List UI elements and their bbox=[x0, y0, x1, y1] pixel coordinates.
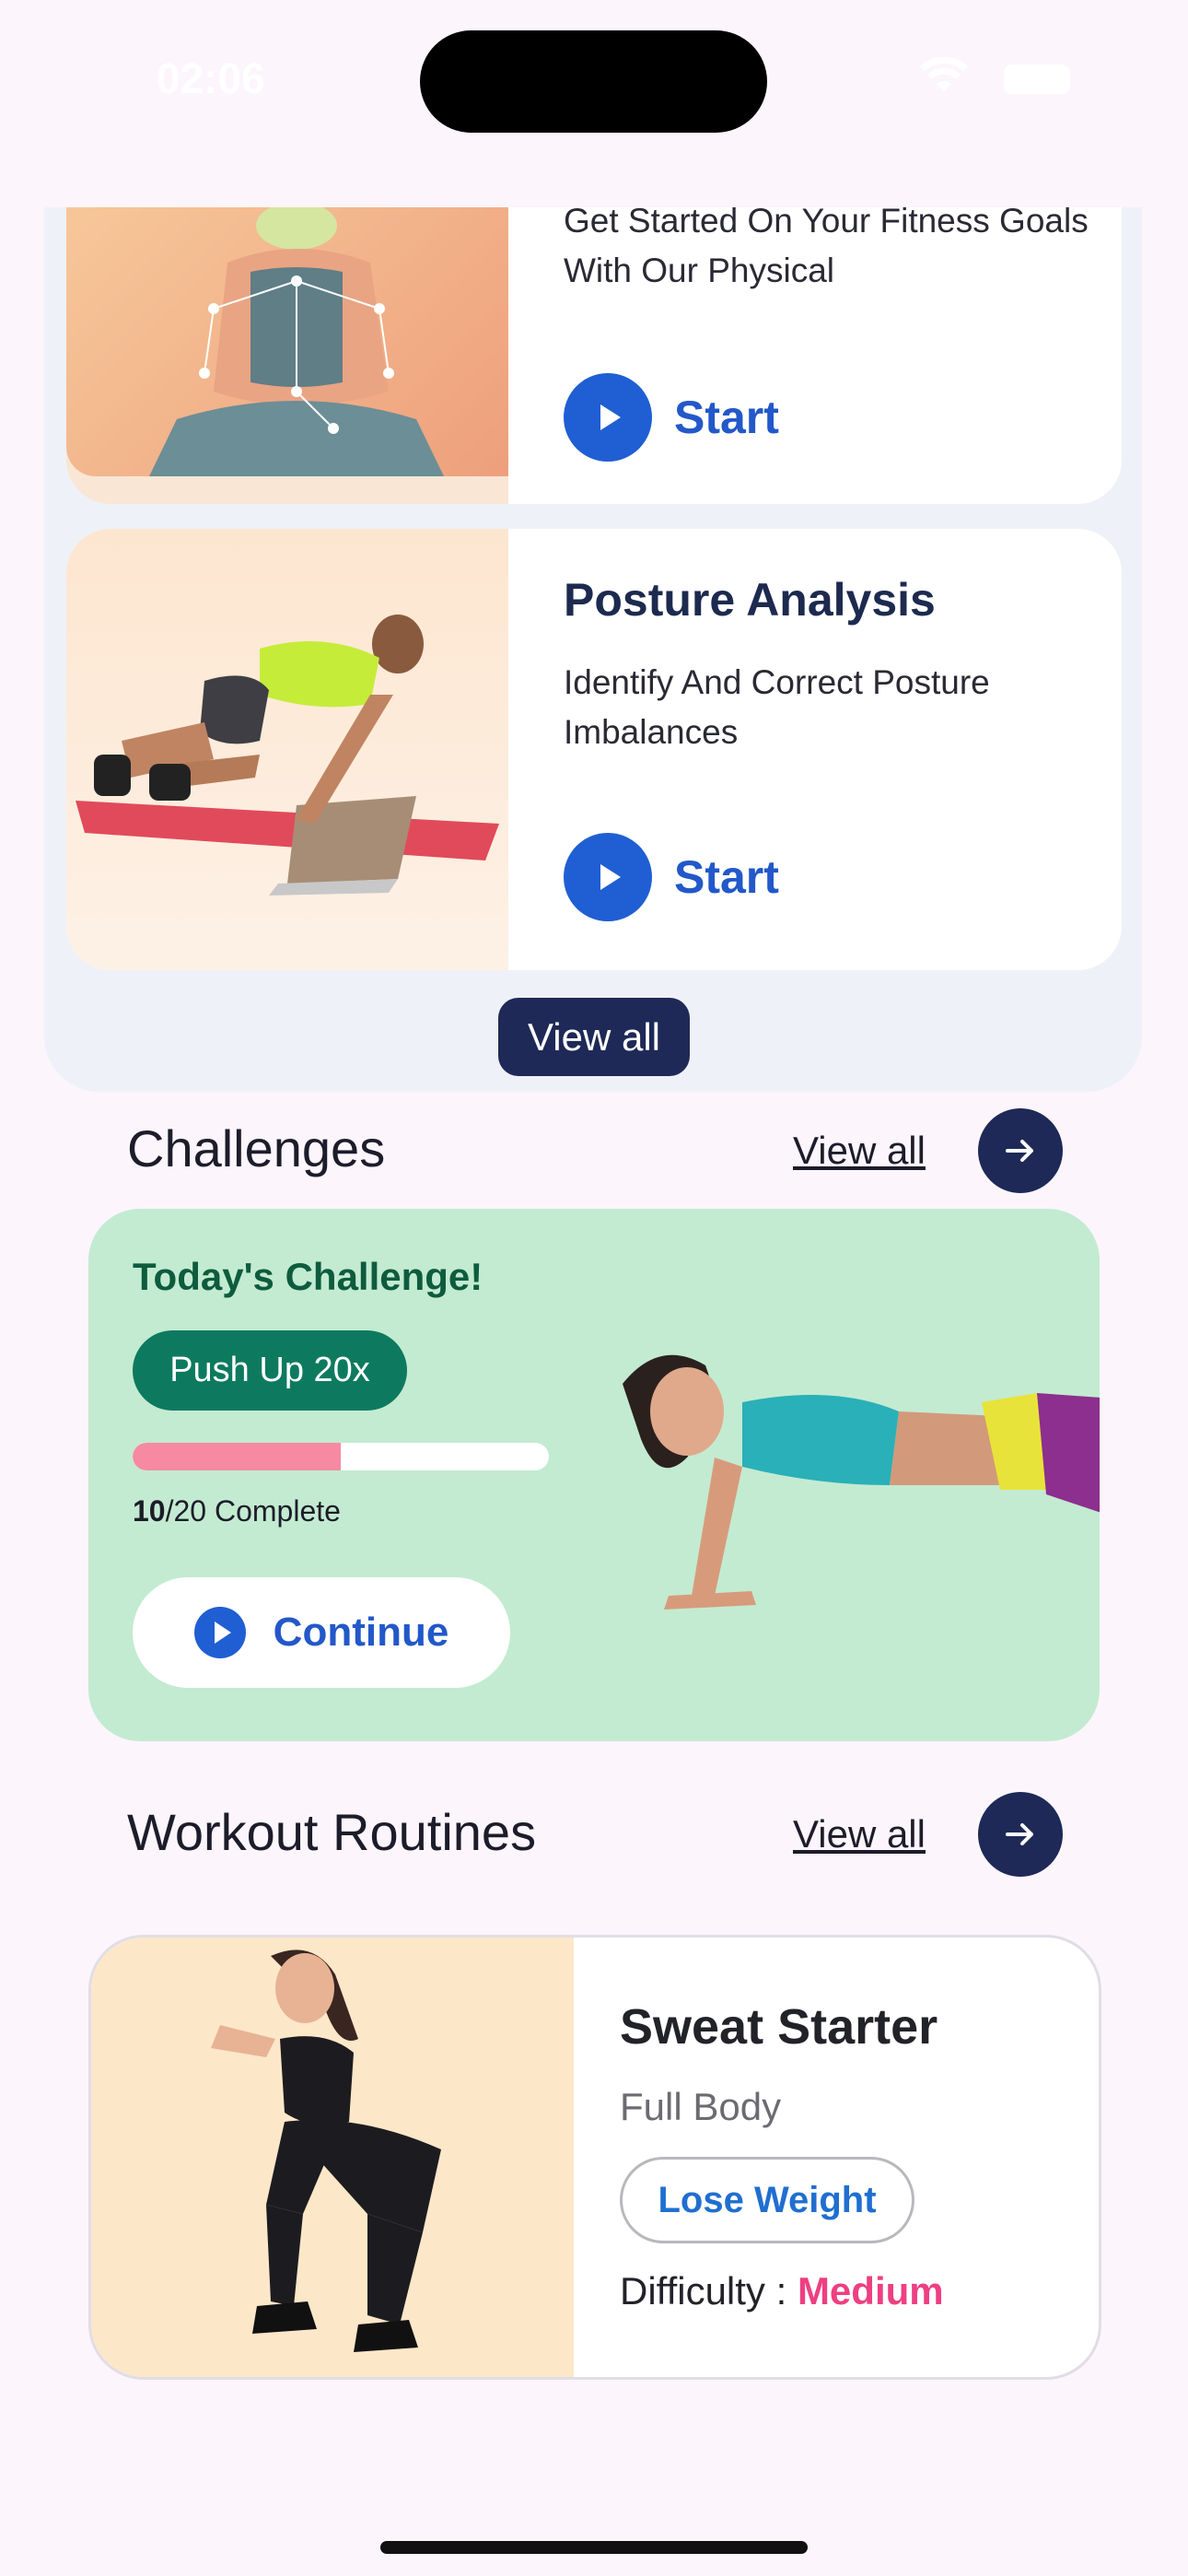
challenge-done-count: 10 bbox=[133, 1494, 166, 1528]
wifi-icon bbox=[920, 57, 968, 92]
workout-goal-tag: Lose Weight bbox=[620, 2157, 914, 2243]
challenges-arrow-button[interactable] bbox=[978, 1108, 1063, 1193]
challenges-view-all-link[interactable]: View all bbox=[793, 1129, 926, 1173]
challenge-title: Today's Challenge! bbox=[133, 1255, 483, 1298]
play-icon bbox=[564, 373, 652, 462]
workouts-arrow-button[interactable] bbox=[978, 1792, 1063, 1877]
workout-routines-title: Workout Routines bbox=[127, 1803, 537, 1861]
continue-button[interactable]: Continue bbox=[133, 1577, 510, 1688]
start-label: Start bbox=[674, 392, 779, 443]
challenge-progress-bar bbox=[133, 1443, 549, 1470]
view-all-button[interactable]: View all bbox=[498, 998, 690, 1076]
workout-image bbox=[91, 1938, 574, 2377]
challenge-progress-text: 10/20 Complete bbox=[133, 1494, 341, 1528]
workout-difficulty: Difficulty : Medium bbox=[620, 2269, 944, 2313]
start-button[interactable]: Start bbox=[564, 373, 779, 462]
push-up-illustration bbox=[623, 1354, 1100, 1610]
todays-challenge-card[interactable]: Today's Challenge! Push Up 20x 10/20 Com… bbox=[88, 1209, 1100, 1741]
status-time: 02:06 bbox=[157, 54, 265, 102]
challenge-progress-fill bbox=[133, 1443, 341, 1470]
start-label: Start bbox=[674, 851, 779, 903]
arrow-right-icon bbox=[1006, 1823, 1033, 1845]
challenge-total: /20 Complete bbox=[165, 1494, 341, 1528]
card-description: Get Started On Your Fitness Goals With O… bbox=[564, 207, 1089, 289]
start-button[interactable]: Start bbox=[564, 833, 779, 921]
challenges-title: Challenges bbox=[127, 1119, 386, 1177]
continue-label: Continue bbox=[273, 1610, 449, 1655]
card-title: Posture Analysis bbox=[564, 574, 936, 626]
workout-routine-card[interactable]: Sweat Starter Full Body Lose Weight Diff… bbox=[88, 1935, 1101, 2380]
difficulty-label: Difficulty : bbox=[620, 2269, 798, 2313]
workout-subtitle: Full Body bbox=[620, 2085, 782, 2128]
challenge-task-badge: Push Up 20x bbox=[133, 1330, 407, 1411]
fitness-goals-image bbox=[66, 207, 508, 504]
arrow-right-icon bbox=[1006, 1140, 1033, 1162]
posture-analysis-image bbox=[66, 529, 508, 970]
play-icon bbox=[193, 1607, 246, 1658]
fitness-goals-card[interactable]: Get Started On Your Fitness Goals With O… bbox=[66, 207, 1122, 504]
workout-title: Sweat Starter bbox=[620, 1999, 938, 2055]
card-description: Identify And Correct Posture Imbalances bbox=[564, 663, 990, 751]
workouts-view-all-link[interactable]: View all bbox=[793, 1812, 926, 1856]
battery-icon bbox=[1004, 64, 1070, 94]
dynamic-island bbox=[420, 30, 767, 133]
play-icon bbox=[564, 833, 652, 921]
difficulty-value: Medium bbox=[797, 2269, 944, 2313]
home-indicator[interactable] bbox=[380, 2541, 808, 2554]
posture-analysis-card[interactable]: Posture Analysis Identify And Correct Po… bbox=[66, 529, 1122, 970]
